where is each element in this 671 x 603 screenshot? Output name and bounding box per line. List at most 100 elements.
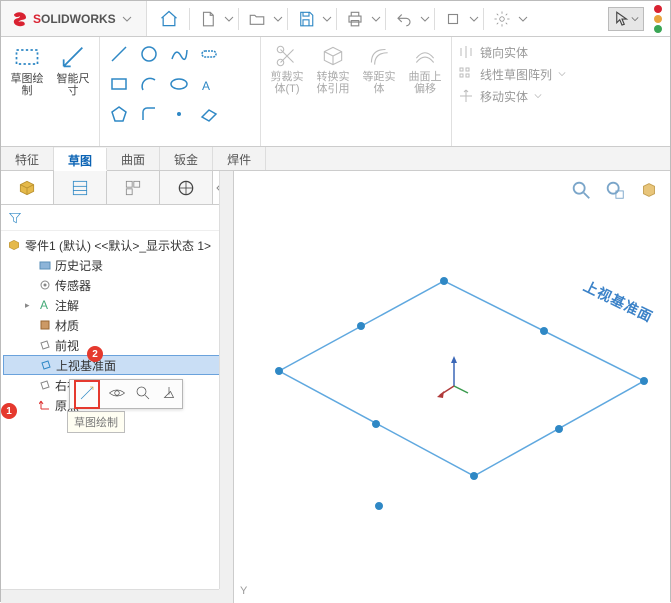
dropdown-icon[interactable] [518, 14, 528, 24]
dropdown-icon[interactable] [224, 14, 234, 24]
smart-dimension-button[interactable]: 智能尺 寸 [53, 41, 93, 99]
save-button[interactable] [292, 5, 320, 33]
open-button[interactable] [243, 5, 271, 33]
normal-to-icon [160, 384, 178, 402]
tab-sketch[interactable]: 草图 [54, 148, 107, 171]
slot-tool[interactable] [196, 41, 222, 67]
tree-front-plane[interactable]: 前视 [3, 335, 231, 355]
undo-button[interactable] [390, 5, 418, 33]
app-menu-dropdown-icon[interactable] [122, 14, 132, 24]
solidworks-logo-icon [11, 10, 29, 28]
panel-scroll-corner [219, 589, 233, 603]
ctx-tooltip: 草图绘制 [67, 411, 125, 433]
status-lights [654, 5, 662, 33]
plane-icon [39, 379, 51, 391]
line-tool[interactable] [106, 41, 132, 67]
surface-offset-button[interactable]: 曲面上 偏移 [405, 41, 445, 97]
tab-sheetmetal[interactable]: 钣金 [160, 147, 213, 170]
3d-viewport[interactable]: 上视基准面 Y [234, 171, 670, 603]
panel-tabs [1, 171, 233, 205]
move-button[interactable]: 移动实体 [458, 85, 566, 107]
rectangle-tool[interactable] [106, 71, 132, 97]
spline-tool[interactable] [166, 41, 192, 67]
material-icon [39, 319, 51, 331]
zoom-icon [134, 384, 152, 402]
tab-surface[interactable]: 曲面 [107, 147, 160, 170]
arc-tool[interactable] [136, 71, 162, 97]
annotation-icon: A [39, 299, 51, 311]
trim-button[interactable]: 剪裁实 体(T) [267, 41, 307, 97]
dropdown-icon[interactable] [469, 14, 479, 24]
funnel-icon [7, 210, 23, 226]
quick-access-toolbar [147, 5, 670, 33]
point-tool[interactable] [166, 101, 192, 127]
sketch-button[interactable]: 草图绘 制 [7, 41, 47, 99]
tree-material[interactable]: 材质 [3, 315, 231, 335]
panel-tab-dimxpert[interactable] [160, 171, 213, 204]
tree-annotations[interactable]: ▸A注解 [3, 295, 231, 315]
ribbon-group-edit: 剪裁实 体(T) 转换实 体引用 等距实 体 曲面上 偏移 [261, 37, 452, 146]
dropdown-icon[interactable] [273, 14, 283, 24]
context-toolbar [69, 379, 183, 409]
new-button[interactable] [194, 5, 222, 33]
convert-button[interactable]: 转换实 体引用 [313, 41, 353, 97]
tab-feature[interactable]: 特征 [1, 147, 54, 170]
options-button[interactable] [488, 5, 516, 33]
polygon-tool[interactable] [106, 101, 132, 127]
sensor-icon [39, 279, 51, 291]
eye-icon [108, 384, 126, 402]
linear-pattern-button[interactable]: 线性草图阵列 [458, 63, 566, 85]
select-tool-button[interactable] [608, 7, 644, 31]
ctx-show-button[interactable] [108, 384, 126, 405]
panel-tab-feature-tree[interactable] [1, 171, 54, 204]
tree-sensors[interactable]: 传感器 [3, 275, 231, 295]
ribbon-group-sketch: 草图绘 制 智能尺 寸 [1, 37, 100, 146]
ctx-normal-to-button[interactable] [160, 384, 178, 405]
ctx-sketch-button[interactable] [74, 380, 100, 409]
tree-history[interactable]: 历史记录 [3, 255, 231, 275]
tree-top-plane[interactable]: 上视基准面 [3, 355, 231, 375]
dropdown-icon[interactable] [420, 14, 430, 24]
panel-scrollbar-h[interactable] [1, 589, 219, 603]
view-heads-up-toolbar [568, 177, 662, 203]
folder-icon [39, 259, 51, 271]
tab-weldment[interactable]: 焊件 [213, 147, 266, 170]
zoom-fit-button[interactable] [568, 177, 594, 203]
ellipse-tool[interactable] [166, 71, 192, 97]
panel-tab-property[interactable] [54, 171, 107, 204]
zoom-area-button[interactable] [602, 177, 628, 203]
app-name: SSOLIDWORKSOLIDWORKS [33, 12, 116, 26]
ctx-zoom-button[interactable] [134, 384, 152, 405]
command-tabs: 特征 草图 曲面 钣金 焊件 [1, 147, 670, 171]
mirror-button[interactable]: 镜向实体 [458, 41, 566, 63]
tree-root[interactable]: 零件1 (默认) <<默认>_显示状态 1> [3, 235, 231, 255]
axis-label-y: Y [240, 585, 247, 597]
plane-tool[interactable] [196, 101, 222, 127]
origin-icon [39, 399, 51, 411]
app-logo: SSOLIDWORKSOLIDWORKS [1, 1, 147, 36]
tree-filter[interactable] [1, 205, 233, 231]
plane-icon [39, 339, 51, 351]
ribbon-group-shapes: A [100, 37, 261, 146]
origin-triad-icon [434, 351, 474, 401]
callout-badge-1: 1 [1, 403, 17, 419]
panel-scrollbar-v[interactable] [219, 171, 233, 589]
print-button[interactable] [341, 5, 369, 33]
offset-equidist-button[interactable]: 等距实 体 [359, 41, 399, 97]
ribbon-group-transform: 镜向实体 线性草图阵列 移动实体 [452, 37, 572, 146]
text-tool[interactable]: A [196, 71, 222, 97]
title-bar: SSOLIDWORKSOLIDWORKS [1, 1, 670, 37]
home-button[interactable] [155, 5, 183, 33]
part-icon [7, 238, 21, 252]
plane-icon [40, 359, 52, 371]
panel-tab-config[interactable] [107, 171, 160, 204]
feature-tree: 零件1 (默认) <<默认>_显示状态 1> 历史记录 传感器 ▸A注解 材质 … [1, 231, 233, 603]
fillet-tool[interactable] [136, 101, 162, 127]
dropdown-icon[interactable] [322, 14, 332, 24]
view-orientation-button[interactable] [636, 177, 662, 203]
circle-tool[interactable] [136, 41, 162, 67]
svg-text:A: A [202, 79, 210, 93]
ribbon: 草图绘 制 智能尺 寸 A [1, 37, 670, 147]
dropdown-icon[interactable] [371, 14, 381, 24]
rebuild-button[interactable] [439, 5, 467, 33]
